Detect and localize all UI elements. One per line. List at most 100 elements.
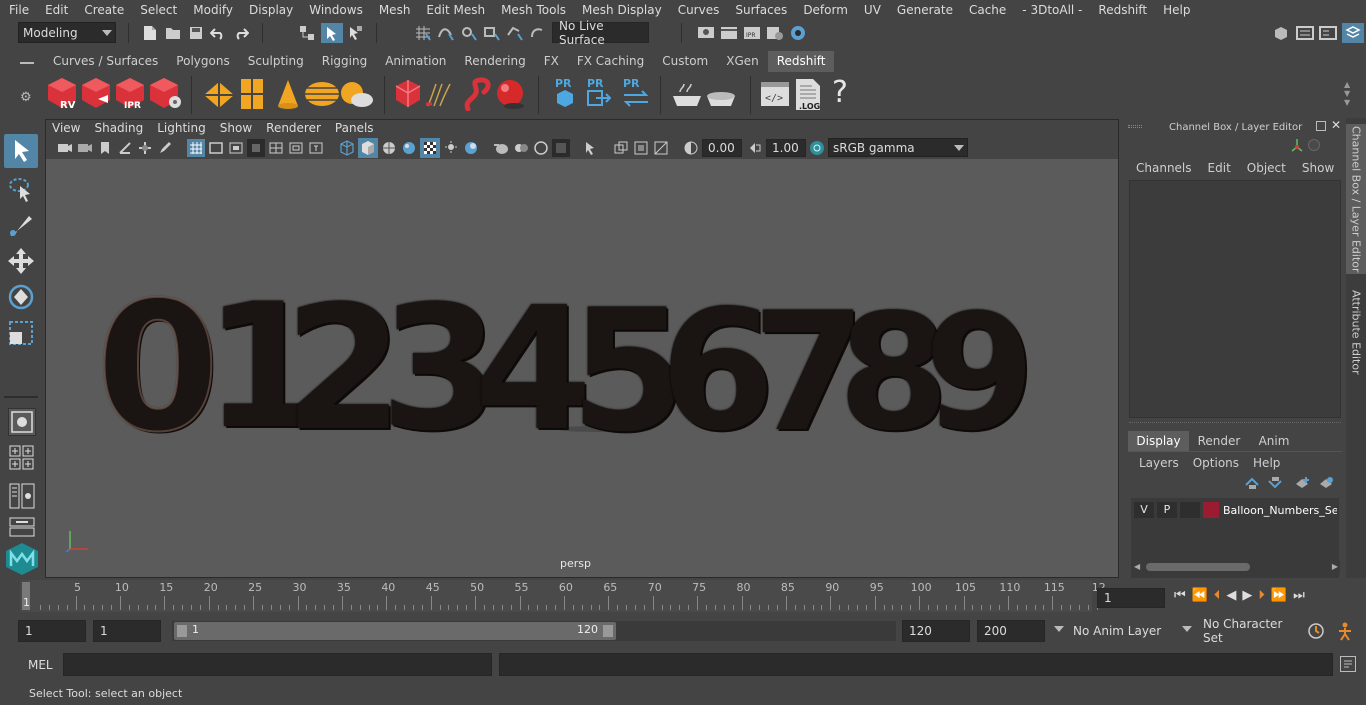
go-to-start-icon[interactable]: ⏮ (1174, 588, 1186, 603)
select-tool-icon[interactable] (4, 134, 38, 168)
shelf-menu-icon[interactable] (20, 62, 34, 64)
step-forward-key-icon[interactable]: ⏵ (1258, 588, 1265, 603)
channel-axis-icon[interactable] (1290, 138, 1304, 152)
screen-space-ao-icon[interactable] (462, 139, 480, 157)
anti-aliasing-icon[interactable] (512, 139, 530, 157)
select-object-icon[interactable] (321, 23, 343, 43)
attribute-editor-toggle-icon[interactable] (1296, 24, 1314, 42)
open-scene-icon[interactable] (164, 24, 182, 42)
playback-start-field[interactable]: 1 (93, 620, 161, 642)
shelf-scroll-arrows-icon[interactable]: ▲ ▼ ▼ (1344, 80, 1350, 107)
smooth-shade-icon[interactable] (358, 138, 378, 158)
single-perspective-layout-icon[interactable] (8, 408, 36, 436)
tab-fx-caching[interactable]: FX Caching (567, 51, 654, 72)
menu-modify[interactable]: Modify (184, 3, 240, 17)
modeling-toolkit-icon[interactable] (1272, 24, 1290, 42)
grid-toggle-small-icon[interactable] (136, 139, 154, 157)
snap-live-icon[interactable] (529, 24, 547, 42)
field-chart-icon[interactable] (267, 139, 285, 157)
current-frame-field[interactable]: 1 (1097, 588, 1165, 608)
move-tool-icon[interactable] (6, 246, 36, 276)
motion-blur-icon[interactable] (492, 139, 510, 157)
layer-help-menu[interactable]: Help (1253, 456, 1280, 470)
tab-xgen[interactable]: XGen (717, 51, 768, 72)
redshift-portal-light-icon[interactable] (240, 78, 264, 110)
balloon-digit-9[interactable]: 9 (924, 293, 1035, 453)
rotate-tool-icon[interactable] (6, 282, 36, 312)
save-scene-icon[interactable] (187, 24, 205, 42)
help-icon[interactable]: ? (832, 76, 854, 110)
shelf-settings-gear-icon[interactable]: ⚙ (20, 90, 32, 105)
shadows-icon[interactable] (442, 139, 460, 157)
xray-joints-icon[interactable] (612, 139, 630, 157)
playback-end-field[interactable]: 120 (902, 620, 970, 642)
channel-show-menu[interactable]: Show (1302, 161, 1334, 175)
pr-swap-icon[interactable]: PR (622, 76, 650, 110)
redshift-dome-light-icon[interactable] (304, 80, 340, 108)
tab-polygons[interactable]: Polygons (167, 51, 239, 72)
wireframe-icon[interactable] (338, 139, 356, 157)
outliner-persp-layout-icon[interactable] (8, 482, 36, 510)
select-component-icon[interactable] (346, 24, 364, 42)
gamma-icon[interactable] (746, 139, 764, 157)
render-settings-icon[interactable] (766, 24, 784, 42)
safe-action-icon[interactable] (287, 139, 305, 157)
tab-rigging[interactable]: Rigging (312, 51, 377, 72)
side-tab-attribute-editor[interactable]: Attribute Editor (1346, 282, 1366, 382)
camera-select-icon[interactable] (76, 139, 94, 157)
play-backwards-icon[interactable]: ◀ (1226, 588, 1236, 603)
range-end-handle[interactable] (603, 625, 613, 637)
menu-display[interactable]: Display (240, 3, 300, 17)
hypershade-icon[interactable] (789, 24, 807, 42)
channel-sync-icon[interactable] (1308, 139, 1320, 151)
redshift-sun-sky-icon[interactable] (338, 80, 374, 108)
layer-visibility-toggle[interactable]: V (1134, 502, 1154, 518)
close-panel-icon[interactable]: ✕ (1331, 118, 1341, 132)
snap-view-plane-icon[interactable] (483, 24, 501, 42)
channel-edit-menu[interactable]: Edit (1208, 161, 1231, 175)
channel-object-menu[interactable]: Object (1247, 161, 1286, 175)
side-tab-channel-box[interactable]: Channel Box / Layer Editor (1346, 124, 1366, 274)
exposure-icon[interactable] (682, 139, 700, 157)
layer-display-type-toggle[interactable] (1180, 502, 1200, 518)
play-forwards-icon[interactable]: ▶ (1242, 588, 1252, 603)
camera-attributes-icon[interactable] (56, 139, 74, 157)
pencil-icon[interactable] (156, 139, 174, 157)
undo-icon[interactable] (209, 24, 227, 42)
tab-rendering[interactable]: Rendering (455, 51, 535, 72)
script-editor-toggle-icon[interactable] (1340, 656, 1356, 672)
layer-tab-anim[interactable]: Anim (1249, 431, 1299, 451)
snap-point-icon[interactable] (460, 24, 478, 42)
use-all-lights-icon[interactable] (420, 138, 440, 158)
color-space-dropdown[interactable]: sRGB gamma (828, 138, 968, 157)
command-language-label[interactable]: MEL (28, 658, 53, 672)
panel-splitter[interactable] (1129, 422, 1341, 425)
menu-uv[interactable]: UV (855, 3, 888, 17)
redshift-ipr-icon[interactable]: IPR (114, 77, 146, 111)
menu-mesh[interactable]: Mesh (370, 3, 418, 17)
menu-file[interactable]: File (0, 3, 36, 17)
panel-menu-renderer[interactable]: Renderer (266, 121, 321, 137)
xray-icon[interactable] (582, 139, 600, 157)
color-management-icon[interactable] (808, 139, 826, 157)
graph-editor-layout-icon[interactable] (8, 516, 36, 538)
mode-dropdown[interactable]: Modeling (18, 22, 116, 43)
range-start-handle[interactable] (177, 625, 187, 637)
layer-color-swatch[interactable] (1203, 502, 1219, 518)
wireframe-on-shaded-icon[interactable] (380, 139, 398, 157)
menu-edit-mesh[interactable]: Edit Mesh (417, 3, 492, 17)
menu-surfaces[interactable]: Surfaces (726, 3, 794, 17)
pr-export-icon[interactable]: PR (586, 76, 612, 110)
menu-redshift[interactable]: Redshift (1089, 3, 1154, 17)
bookmark-icon[interactable] (96, 139, 114, 157)
animation-preferences-icon[interactable] (1335, 621, 1355, 641)
menu-cache[interactable]: Cache (960, 3, 1013, 17)
layer-tab-display[interactable]: Display (1128, 431, 1189, 451)
panel-menu-view[interactable]: View (52, 121, 80, 137)
render-frame-icon[interactable] (720, 24, 738, 42)
image-plane-icon[interactable] (116, 139, 134, 157)
layer-name[interactable]: Balloon_Numbers_Set_ (1223, 504, 1337, 517)
menu-edit[interactable]: Edit (36, 3, 75, 17)
layers-menu[interactable]: Layers (1139, 456, 1179, 470)
four-view-layout-icon[interactable] (8, 444, 36, 472)
